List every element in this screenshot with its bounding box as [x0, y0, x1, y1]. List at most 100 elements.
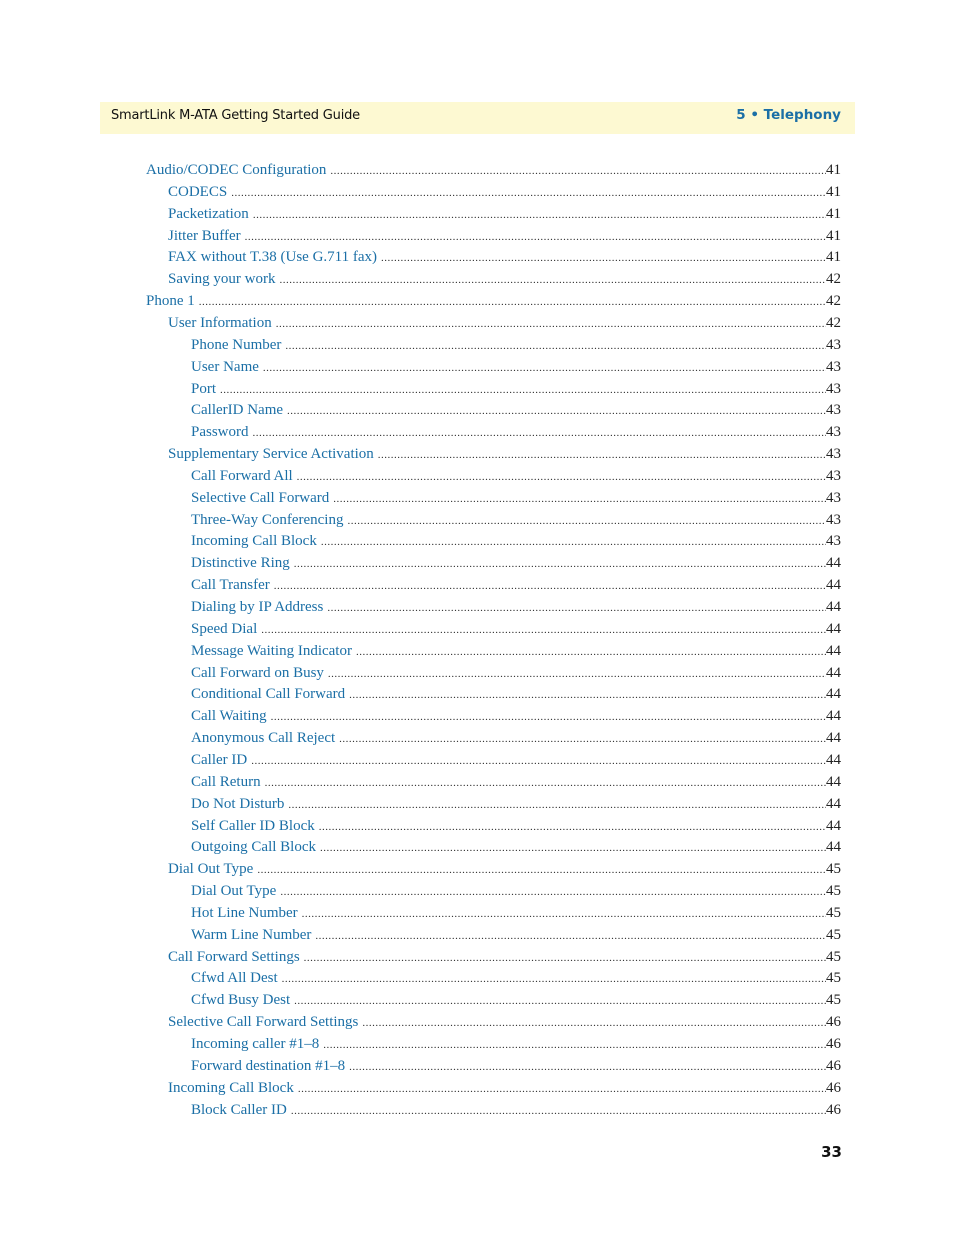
toc-entry[interactable]: Incoming Call Block 46 [168, 1080, 841, 1102]
toc-entry[interactable]: Phone 1 42 [146, 293, 841, 315]
toc-entry-page[interactable]: 44 [826, 643, 841, 660]
toc-entry-label[interactable]: Selective Call Forward Settings [168, 1014, 362, 1031]
toc-entry-label[interactable]: FAX without T.38 (Use G.711 fax) [168, 249, 381, 266]
toc-entry-page[interactable]: 45 [826, 861, 841, 878]
toc-entry-label[interactable]: CODECS [168, 184, 231, 201]
toc-entry-page[interactable]: 45 [826, 927, 841, 944]
toc-entry[interactable]: Cfwd All Dest 45 [191, 970, 841, 992]
toc-entry[interactable]: Speed Dial 44 [191, 621, 841, 643]
toc-entry-label[interactable]: Phone 1 [146, 293, 199, 310]
toc-entry-page[interactable]: 42 [826, 293, 841, 310]
toc-entry-label[interactable]: Warm Line Number [191, 927, 315, 944]
toc-entry-page[interactable]: 43 [826, 533, 841, 550]
toc-entry[interactable]: Incoming caller #1–8 46 [191, 1036, 841, 1058]
toc-entry-page[interactable]: 41 [826, 206, 841, 223]
toc-entry-page[interactable]: 46 [826, 1014, 841, 1031]
toc-entry-label[interactable]: Dial Out Type [191, 883, 280, 900]
toc-entry[interactable]: User Name 43 [191, 359, 841, 381]
toc-entry-label[interactable]: Do Not Disturb [191, 796, 288, 813]
toc-entry-page[interactable]: 41 [826, 228, 841, 245]
toc-entry[interactable]: Outgoing Call Block 44 [191, 839, 841, 861]
toc-entry[interactable]: User Information 42 [168, 315, 841, 337]
toc-entry[interactable]: Message Waiting Indicator 44 [191, 643, 841, 665]
toc-entry[interactable]: Three-Way Conferencing 43 [191, 512, 841, 534]
toc-entry-label[interactable]: Incoming Call Block [191, 533, 321, 550]
toc-entry[interactable]: CallerID Name 43 [191, 402, 841, 424]
toc-entry-label[interactable]: Audio/CODEC Configuration [146, 162, 330, 179]
toc-entry-label[interactable]: Block Caller ID [191, 1102, 291, 1119]
toc-entry-label[interactable]: Cfwd Busy Dest [191, 992, 294, 1009]
toc-entry-label[interactable]: Port [191, 381, 220, 398]
toc-entry-page[interactable]: 44 [826, 774, 841, 791]
toc-entry-page[interactable]: 43 [826, 337, 841, 354]
toc-entry-label[interactable]: Password [191, 424, 253, 441]
toc-entry-page[interactable]: 44 [826, 818, 841, 835]
toc-entry[interactable]: Selective Call Forward Settings 46 [168, 1014, 841, 1036]
toc-entry-label[interactable]: Speed Dial [191, 621, 261, 638]
toc-entry[interactable]: FAX without T.38 (Use G.711 fax) 41 [168, 249, 841, 271]
toc-entry-label[interactable]: Forward destination #1–8 [191, 1058, 349, 1075]
toc-entry[interactable]: Caller ID 44 [191, 752, 841, 774]
toc-entry[interactable]: Call Waiting 44 [191, 708, 841, 730]
toc-entry[interactable]: Port 43 [191, 381, 841, 403]
toc-entry-label[interactable]: Message Waiting Indicator [191, 643, 356, 660]
toc-entry[interactable]: Distinctive Ring 44 [191, 555, 841, 577]
toc-entry-label[interactable]: Call Forward Settings [168, 949, 304, 966]
toc-entry-page[interactable]: 44 [826, 599, 841, 616]
toc-entry-label[interactable]: CallerID Name [191, 402, 287, 419]
toc-entry-label[interactable]: Incoming caller #1–8 [191, 1036, 323, 1053]
toc-entry-label[interactable]: Outgoing Call Block [191, 839, 320, 856]
toc-entry[interactable]: Jitter Buffer 41 [168, 228, 841, 250]
toc-entry-page[interactable]: 43 [826, 402, 841, 419]
toc-entry-label[interactable]: Anonymous Call Reject [191, 730, 339, 747]
toc-entry[interactable]: CODECS 41 [168, 184, 841, 206]
toc-entry[interactable]: Hot Line Number 45 [191, 905, 841, 927]
toc-entry-label[interactable]: Hot Line Number [191, 905, 302, 922]
toc-entry-page[interactable]: 45 [826, 970, 841, 987]
toc-entry[interactable]: Self Caller ID Block 44 [191, 818, 841, 840]
toc-entry-page[interactable]: 46 [826, 1080, 841, 1097]
toc-entry-page[interactable]: 42 [826, 271, 841, 288]
toc-entry-page[interactable]: 41 [826, 249, 841, 266]
toc-entry-page[interactable]: 44 [826, 686, 841, 703]
toc-entry-label[interactable]: User Name [191, 359, 263, 376]
toc-entry[interactable]: Warm Line Number 45 [191, 927, 841, 949]
toc-entry[interactable]: Conditional Call Forward 44 [191, 686, 841, 708]
toc-entry[interactable]: Incoming Call Block 43 [191, 533, 841, 555]
toc-entry-page[interactable]: 46 [826, 1102, 841, 1119]
toc-entry[interactable]: Dialing by IP Address 44 [191, 599, 841, 621]
toc-entry-label[interactable]: Jitter Buffer [168, 228, 245, 245]
toc-entry-page[interactable]: 43 [826, 424, 841, 441]
toc-entry[interactable]: Saving your work 42 [168, 271, 841, 293]
toc-entry-page[interactable]: 42 [826, 315, 841, 332]
toc-entry[interactable]: Anonymous Call Reject 44 [191, 730, 841, 752]
toc-entry-label[interactable]: Supplementary Service Activation [168, 446, 378, 463]
toc-entry-page[interactable]: 43 [826, 446, 841, 463]
toc-entry[interactable]: Call Transfer 44 [191, 577, 841, 599]
toc-entry[interactable]: Call Return 44 [191, 774, 841, 796]
toc-entry-page[interactable]: 43 [826, 512, 841, 529]
toc-entry-page[interactable]: 46 [826, 1058, 841, 1075]
toc-entry-label[interactable]: Call Forward on Busy [191, 665, 328, 682]
toc-entry[interactable]: Supplementary Service Activation 43 [168, 446, 841, 468]
toc-entry[interactable]: Dial Out Type 45 [191, 883, 841, 905]
toc-entry-page[interactable]: 43 [826, 359, 841, 376]
toc-entry-page[interactable]: 44 [826, 730, 841, 747]
toc-entry-page[interactable]: 44 [826, 621, 841, 638]
toc-entry[interactable]: Password 43 [191, 424, 841, 446]
toc-entry-label[interactable]: Call Transfer [191, 577, 274, 594]
toc-entry-label[interactable]: Conditional Call Forward [191, 686, 349, 703]
toc-entry-page[interactable]: 43 [826, 468, 841, 485]
toc-entry-page[interactable]: 41 [826, 162, 841, 179]
toc-entry-label[interactable]: Call Forward All [191, 468, 297, 485]
toc-entry-label[interactable]: Saving your work [168, 271, 280, 288]
toc-entry[interactable]: Selective Call Forward 43 [191, 490, 841, 512]
toc-entry-label[interactable]: Self Caller ID Block [191, 818, 319, 835]
toc-entry[interactable]: Do Not Disturb 44 [191, 796, 841, 818]
toc-entry-label[interactable]: Distinctive Ring [191, 555, 294, 572]
toc-entry-label[interactable]: Call Return [191, 774, 265, 791]
toc-entry-label[interactable]: Incoming Call Block [168, 1080, 298, 1097]
toc-entry-page[interactable]: 43 [826, 381, 841, 398]
toc-entry-page[interactable]: 44 [826, 665, 841, 682]
toc-entry-page[interactable]: 44 [826, 796, 841, 813]
